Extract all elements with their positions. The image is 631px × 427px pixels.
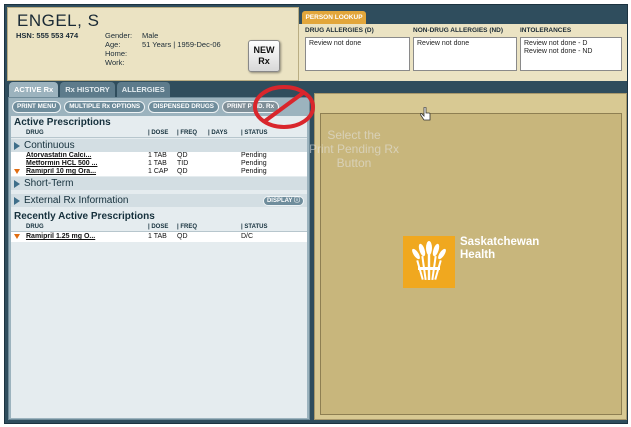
- intolerances-box[interactable]: Review not done - D Review not done - ND: [520, 37, 622, 71]
- days-cell: [208, 168, 241, 176]
- dispensed-drugs-button[interactable]: DISPENSED DRUGS: [148, 101, 219, 113]
- print-menu-button[interactable]: PRINT MENU: [12, 101, 62, 113]
- freq-cell: QD: [177, 152, 188, 159]
- status-flag-icon: [14, 169, 20, 174]
- intolerances-header: INTOLERANCES: [520, 27, 572, 34]
- table-row[interactable]: Metformin HCL 500 ... 1 TAB TID Pending: [11, 160, 307, 168]
- group-continuous[interactable]: Continuous: [11, 139, 307, 152]
- col-status: | STATUS: [241, 130, 268, 136]
- non-drug-allergies-header: NON-DRUG ALLERGIES (ND): [413, 27, 504, 34]
- table-row[interactable]: Ramipril 1.25 mg O... 1 TAB QD D/C: [11, 232, 307, 242]
- intolerances-line-nd: Review not done - ND: [524, 48, 593, 55]
- non-drug-allergies-line: Review not done: [417, 40, 470, 47]
- intolerances-line-d: Review not done - D: [524, 40, 588, 47]
- logo-line-1: Saskatchewan: [460, 236, 540, 248]
- age-value: 51 Years | 1959-Dec-06: [142, 40, 221, 49]
- callout-line-2: Print Pending Rx: [308, 142, 400, 156]
- patient-demographics: Gender: Male Age: 51 Years | 1959-Dec-06 H…: [105, 31, 221, 67]
- col-drug: DRUG: [26, 130, 44, 136]
- non-drug-allergies-box[interactable]: Review not done: [413, 37, 517, 71]
- rx-toolbar: PRINT MENU MULTIPLE Rx OPTIONS DISPENSED…: [12, 101, 280, 113]
- drug-name-link[interactable]: Atorvastatin Calci...: [26, 152, 91, 159]
- drug-allergies-box[interactable]: Review not done: [305, 37, 410, 71]
- group-short-term[interactable]: Short-Term: [11, 177, 307, 190]
- work-label: Work:: [105, 58, 125, 67]
- expand-triangle-icon: [14, 196, 20, 205]
- intolerances: INTOLERANCES Review not done - D Review …: [520, 27, 622, 71]
- new-rx-label: NEW: [253, 45, 275, 55]
- freq-cell: QD: [177, 168, 188, 175]
- patient-name: ENGEL, S: [17, 11, 100, 30]
- callout-line-3: Button: [336, 156, 372, 170]
- active-column-header: DRUG | DOSE | FREQ | DAYS | STATUS: [11, 129, 307, 138]
- tab-allergies[interactable]: ALLERGIES: [116, 82, 170, 97]
- external-rx-label: External Rx Information: [24, 195, 129, 206]
- person-lookup-tab[interactable]: PERSON LOOKUP: [302, 11, 366, 24]
- recent-column-header: DRUG | DOSE | FREQ | STATUS: [11, 223, 307, 232]
- wheat-logo-icon: [403, 236, 455, 288]
- display-button-label: DISPLAY: [266, 198, 293, 204]
- gender-label: Gender:: [105, 31, 133, 40]
- table-row[interactable]: Ramipril 10 mg Ora... 1 CAP QD Pending: [11, 168, 307, 176]
- group-short-term-label: Short-Term: [24, 178, 74, 189]
- col-dose: | DOSE: [148, 224, 169, 230]
- freq-cell: TID: [177, 160, 189, 167]
- non-drug-allergies: NON-DRUG ALLERGIES (ND) Review not done: [413, 27, 517, 71]
- allergy-strip: DRUG ALLERGIES (D) Review not done NON-D…: [299, 24, 627, 81]
- instruction-callout: Select the Print Pending Rx Button: [294, 128, 414, 170]
- expand-triangle-icon: [14, 179, 20, 188]
- col-status: | STATUS: [241, 224, 268, 230]
- dose-cell: 1 TAB: [148, 233, 167, 240]
- drug-name-link[interactable]: Metformin HCL 500 ...: [26, 160, 97, 167]
- status-cell: Pending: [241, 152, 267, 159]
- col-dose: | DOSE: [148, 130, 169, 136]
- group-continuous-label: Continuous: [24, 140, 75, 151]
- col-freq: | FREQ: [177, 224, 198, 230]
- dose-cell: 1 TAB: [148, 152, 167, 159]
- drug-name-link[interactable]: Ramipril 10 mg Ora...: [26, 168, 96, 175]
- expand-triangle-icon: [14, 141, 20, 150]
- dose-cell: 1 CAP: [148, 168, 169, 175]
- col-drug: DRUG: [26, 224, 44, 230]
- prohibition-icon: [253, 85, 315, 129]
- col-days: | DAYS: [208, 130, 228, 136]
- display-button[interactable]: DISPLAY ⓘ: [262, 196, 304, 206]
- new-rx-button[interactable]: NEW Rx: [248, 40, 280, 72]
- logo-line-2: Health: [460, 249, 496, 261]
- gender-value: Male: [142, 31, 159, 40]
- logo-text: Saskatchewan Health: [460, 236, 539, 262]
- table-row[interactable]: Atorvastatin Calci... 1 TAB QD Pending: [11, 152, 307, 160]
- age-label: Age:: [105, 40, 121, 49]
- col-freq: | FREQ: [177, 130, 198, 136]
- prescription-list: Active Prescriptions DRUG | DOSE | FREQ …: [11, 116, 307, 418]
- group-external-rx[interactable]: External Rx Information DISPLAY ⓘ: [11, 194, 307, 207]
- tab-rx-history[interactable]: Rx HISTORY: [60, 82, 115, 97]
- days-cell: [208, 152, 241, 160]
- tab-active-rx[interactable]: ACTIVE Rx: [9, 82, 59, 97]
- new-rx-label-rx: Rx: [258, 56, 270, 66]
- days-cell: [208, 160, 241, 168]
- drug-allergies: DRUG ALLERGIES (D) Review not done: [305, 27, 410, 71]
- multiple-rx-options-button[interactable]: MULTIPLE Rx OPTIONS: [64, 101, 146, 113]
- patient-hsn: HSN: 555 553 474: [16, 31, 79, 40]
- dose-cell: 1 TAB: [148, 160, 167, 167]
- patient-banner: ENGEL, S HSN: 555 553 474 Gender: Male Ag…: [7, 7, 299, 81]
- status-flag-icon: [14, 234, 20, 239]
- active-rx-panel: PRINT MENU MULTIPLE Rx OPTIONS DISPENSED…: [8, 97, 310, 420]
- rx-tabs: ACTIVE Rx Rx HISTORY ALLERGIES: [9, 82, 170, 97]
- recent-prescriptions-title: Recently Active Prescriptions: [14, 211, 155, 222]
- drug-name-link[interactable]: Ramipril 1.25 mg O...: [26, 233, 95, 240]
- freq-cell: QD: [177, 233, 188, 240]
- hand-cursor-icon: [420, 107, 431, 121]
- drug-allergies-header: DRUG ALLERGIES (D): [305, 27, 374, 34]
- status-cell: Pending: [241, 168, 267, 175]
- status-cell: Pending: [241, 160, 267, 167]
- home-label: Home:: [105, 49, 128, 58]
- status-cell: D/C: [241, 233, 254, 240]
- app-window: ENGEL, S HSN: 555 553 474 Gender: Male Ag…: [4, 4, 628, 424]
- callout-line-1: Select the: [327, 128, 381, 142]
- drug-allergies-line: Review not done: [309, 40, 362, 47]
